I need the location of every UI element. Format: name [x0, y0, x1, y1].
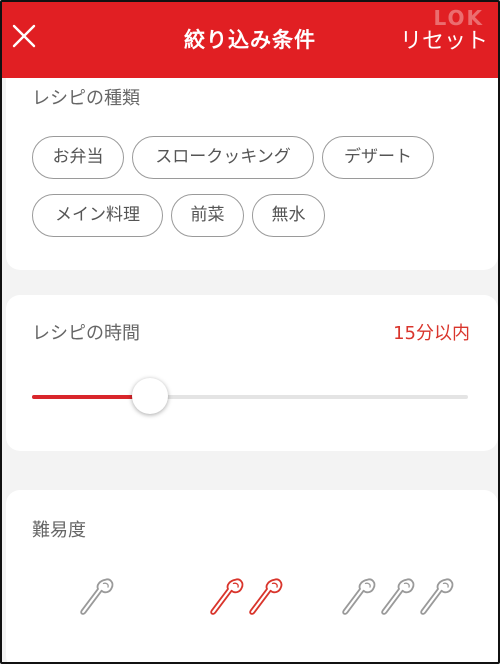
spoon-icon [208, 574, 248, 622]
difficulty-level-2[interactable] [208, 574, 290, 624]
reset-button[interactable]: リセット [400, 23, 488, 55]
difficulty-level-3[interactable] [340, 574, 461, 624]
recipe-type-label: レシピの種類 [32, 88, 140, 109]
difficulty-label: 難易度 [32, 520, 86, 541]
time-slider[interactable] [32, 378, 468, 414]
chip-slow-cooking[interactable]: スロークッキング [132, 136, 314, 179]
chip-dessert[interactable]: デザート [322, 136, 434, 179]
spoon-icon [379, 574, 419, 622]
recipe-time-label: レシピの時間 [32, 323, 140, 344]
chip-bento[interactable]: お弁当 [32, 136, 124, 179]
spoon-icon [340, 574, 380, 622]
time-value: 15分以内 [393, 323, 470, 344]
chip-waterless[interactable]: 無水 [252, 194, 325, 237]
chip-appetizer[interactable]: 前菜 [171, 194, 244, 237]
spoon-icon [247, 574, 287, 622]
difficulty-level-1[interactable] [78, 574, 121, 624]
spoon-icon [78, 574, 118, 622]
difficulty-card: 難易度 [6, 490, 498, 662]
chip-main-dish[interactable]: メイン料理 [32, 194, 163, 237]
header-bar: LOK 絞り込み条件 リセット [2, 2, 498, 78]
time-slider-thumb[interactable] [131, 378, 168, 414]
filter-screen: LOK 絞り込み条件 リセット レシピの種類 お弁当 スロークッキング デザート… [0, 0, 500, 664]
recipe-time-card: レシピの時間 15分以内 [6, 295, 498, 451]
spoon-icon [418, 574, 458, 622]
recipe-type-card: レシピの種類 お弁当 スロークッキング デザート メイン料理 前菜 無水 [6, 78, 498, 270]
